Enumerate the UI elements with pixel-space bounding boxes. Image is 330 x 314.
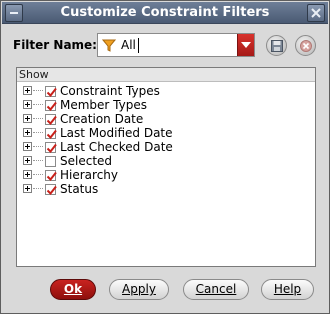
tree-item-label: Selected [60,154,113,168]
expand-icon[interactable] [23,142,32,151]
tree-connector [33,132,43,133]
save-filter-button[interactable] [266,35,287,56]
delete-filter-button[interactable] [295,35,316,56]
checkmark-icon [46,171,57,182]
expand-icon[interactable] [23,156,32,165]
apply-button-label: Apply [122,282,156,296]
expand-icon[interactable] [23,184,32,193]
cancel-button-label: Cancel [195,282,237,296]
tree-item[interactable]: Member Types [17,98,315,112]
ok-button-label: Ok [63,282,83,296]
filter-name-value[interactable]: All [121,38,136,52]
close-window-button[interactable] [307,4,325,22]
tree-item[interactable]: Selected [17,154,315,168]
checkmark-icon [46,87,57,98]
tree-item[interactable]: Status [17,182,315,196]
title-bar[interactable]: Customize Constraint Filters [2,2,328,24]
funnel-icon [102,39,116,52]
tree-item-label: Hierarchy [60,168,119,182]
help-button-label: Help [273,282,302,296]
cancel-button[interactable]: Cancel [183,279,249,300]
tree-item[interactable]: Constraint Types [17,84,315,98]
tree-item-label: Last Modified Date [60,126,173,140]
expand-icon[interactable] [23,86,32,95]
tree-connector [33,146,43,147]
expand-icon[interactable] [23,128,32,137]
apply-button[interactable]: Apply [109,279,169,300]
filter-dropdown-button[interactable] [237,34,254,56]
tree-connector [33,188,43,189]
tree-item-label: Status [60,182,99,196]
tree-item-checkbox[interactable] [45,184,57,196]
expand-icon[interactable] [23,114,32,123]
dialog-title: Customize Constraint Filters [60,5,270,20]
checkmark-icon [46,115,57,126]
tree-connector [33,174,43,175]
checkmark-icon [46,185,57,196]
close-icon [311,8,321,18]
tree-item-checkbox[interactable] [45,100,57,112]
tree-item-label: Constraint Types [60,84,160,98]
tree-connector [33,90,43,91]
tree-connector [33,104,43,105]
chevron-down-icon [241,42,251,48]
tree-item[interactable]: Hierarchy [17,168,315,182]
tree-connector [33,160,43,161]
delete-icon [300,40,312,52]
filter-name-combobox[interactable]: All [97,33,255,57]
checkmark-icon [46,101,57,112]
expand-icon[interactable] [23,170,32,179]
tree-item-label: Creation Date [60,112,144,126]
tree-item-checkbox[interactable] [45,114,57,126]
show-column-header: Show [17,68,315,82]
filter-name-label: Filter Name: [13,38,97,52]
tree-item[interactable]: Last Checked Date [17,140,315,154]
customize-constraint-filters-dialog: Customize Constraint Filters Filter Name… [0,0,330,314]
tree-item-label: Last Checked Date [60,140,173,154]
help-button[interactable]: Help [261,279,314,300]
show-tree-panel[interactable]: Show Constraint Types Member Types Creatio… [16,67,316,267]
save-icon [271,40,283,52]
tree-connector [33,118,43,119]
text-caret [138,38,139,53]
checkmark-icon [46,143,57,154]
tree-item-checkbox[interactable] [45,142,57,154]
tree-item-checkbox[interactable] [45,156,56,167]
tree-item-checkbox[interactable] [45,170,57,182]
expand-icon[interactable] [23,100,32,109]
tree-item[interactable]: Creation Date [17,112,315,126]
tree-item-label: Member Types [60,98,147,112]
tree-item-checkbox[interactable] [45,86,57,98]
ok-button[interactable]: Ok [50,279,96,300]
checkmark-icon [46,129,57,140]
tree-item[interactable]: Last Modified Date [17,126,315,140]
tree-item-checkbox[interactable] [45,128,57,140]
